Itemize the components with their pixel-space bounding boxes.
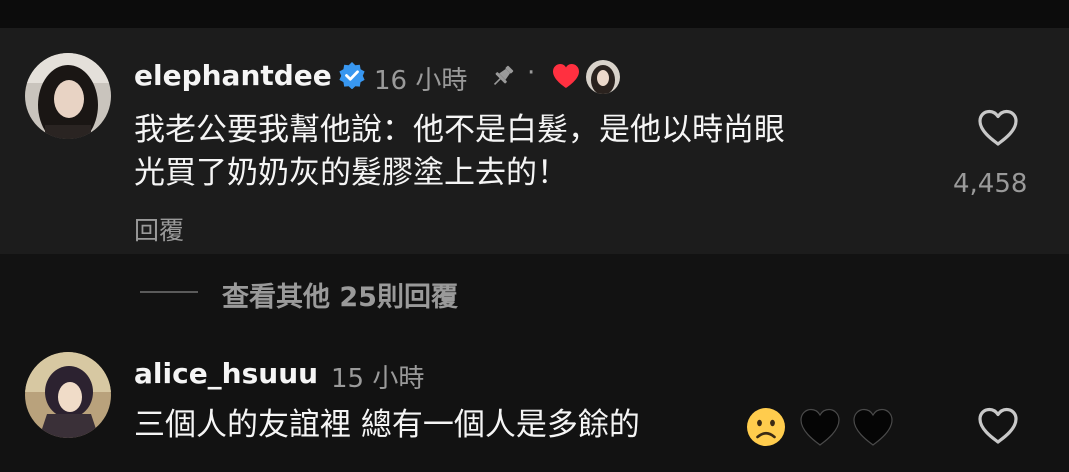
comment-text-line-1: 我老公要我幫他說：他不是白髮，是他以時尚眼	[134, 112, 785, 148]
separator-dot: ·	[527, 58, 536, 88]
creator-heart-icon	[553, 64, 579, 88]
black-heart-emoji-icon	[853, 408, 893, 446]
avatar-elephantdee[interactable]	[25, 53, 111, 139]
like-heart-icon-2[interactable]	[976, 406, 1020, 446]
creator-avatar	[586, 60, 620, 94]
sad-face-emoji-icon	[747, 408, 785, 446]
reply-button[interactable]: 回覆	[134, 211, 184, 247]
comment-username[interactable]: elephantdee	[134, 59, 332, 92]
comment-username-2[interactable]: alice_hsuuu	[134, 357, 318, 390]
black-heart-emoji-icon	[800, 408, 840, 446]
like-count: 4,458	[953, 169, 1028, 199]
view-more-replies-button[interactable]: 查看其他 25則回覆	[222, 275, 458, 314]
comment-timestamp-2: 15 小時	[331, 364, 425, 394]
avatar-alice-hsuuu[interactable]	[25, 352, 111, 438]
pin-icon	[493, 65, 514, 86]
comment-text-line-2: 光買了奶奶灰的髮膠塗上去的！	[134, 155, 568, 191]
top-band	[0, 0, 1069, 28]
replies-divider-line	[140, 291, 198, 293]
verified-badge-icon	[339, 62, 365, 89]
comment-timestamp: 16 小時	[374, 66, 468, 96]
like-heart-icon[interactable]	[976, 108, 1020, 148]
comment-text-2: 三個人的友誼裡 總有一個人是多餘的	[134, 407, 640, 443]
